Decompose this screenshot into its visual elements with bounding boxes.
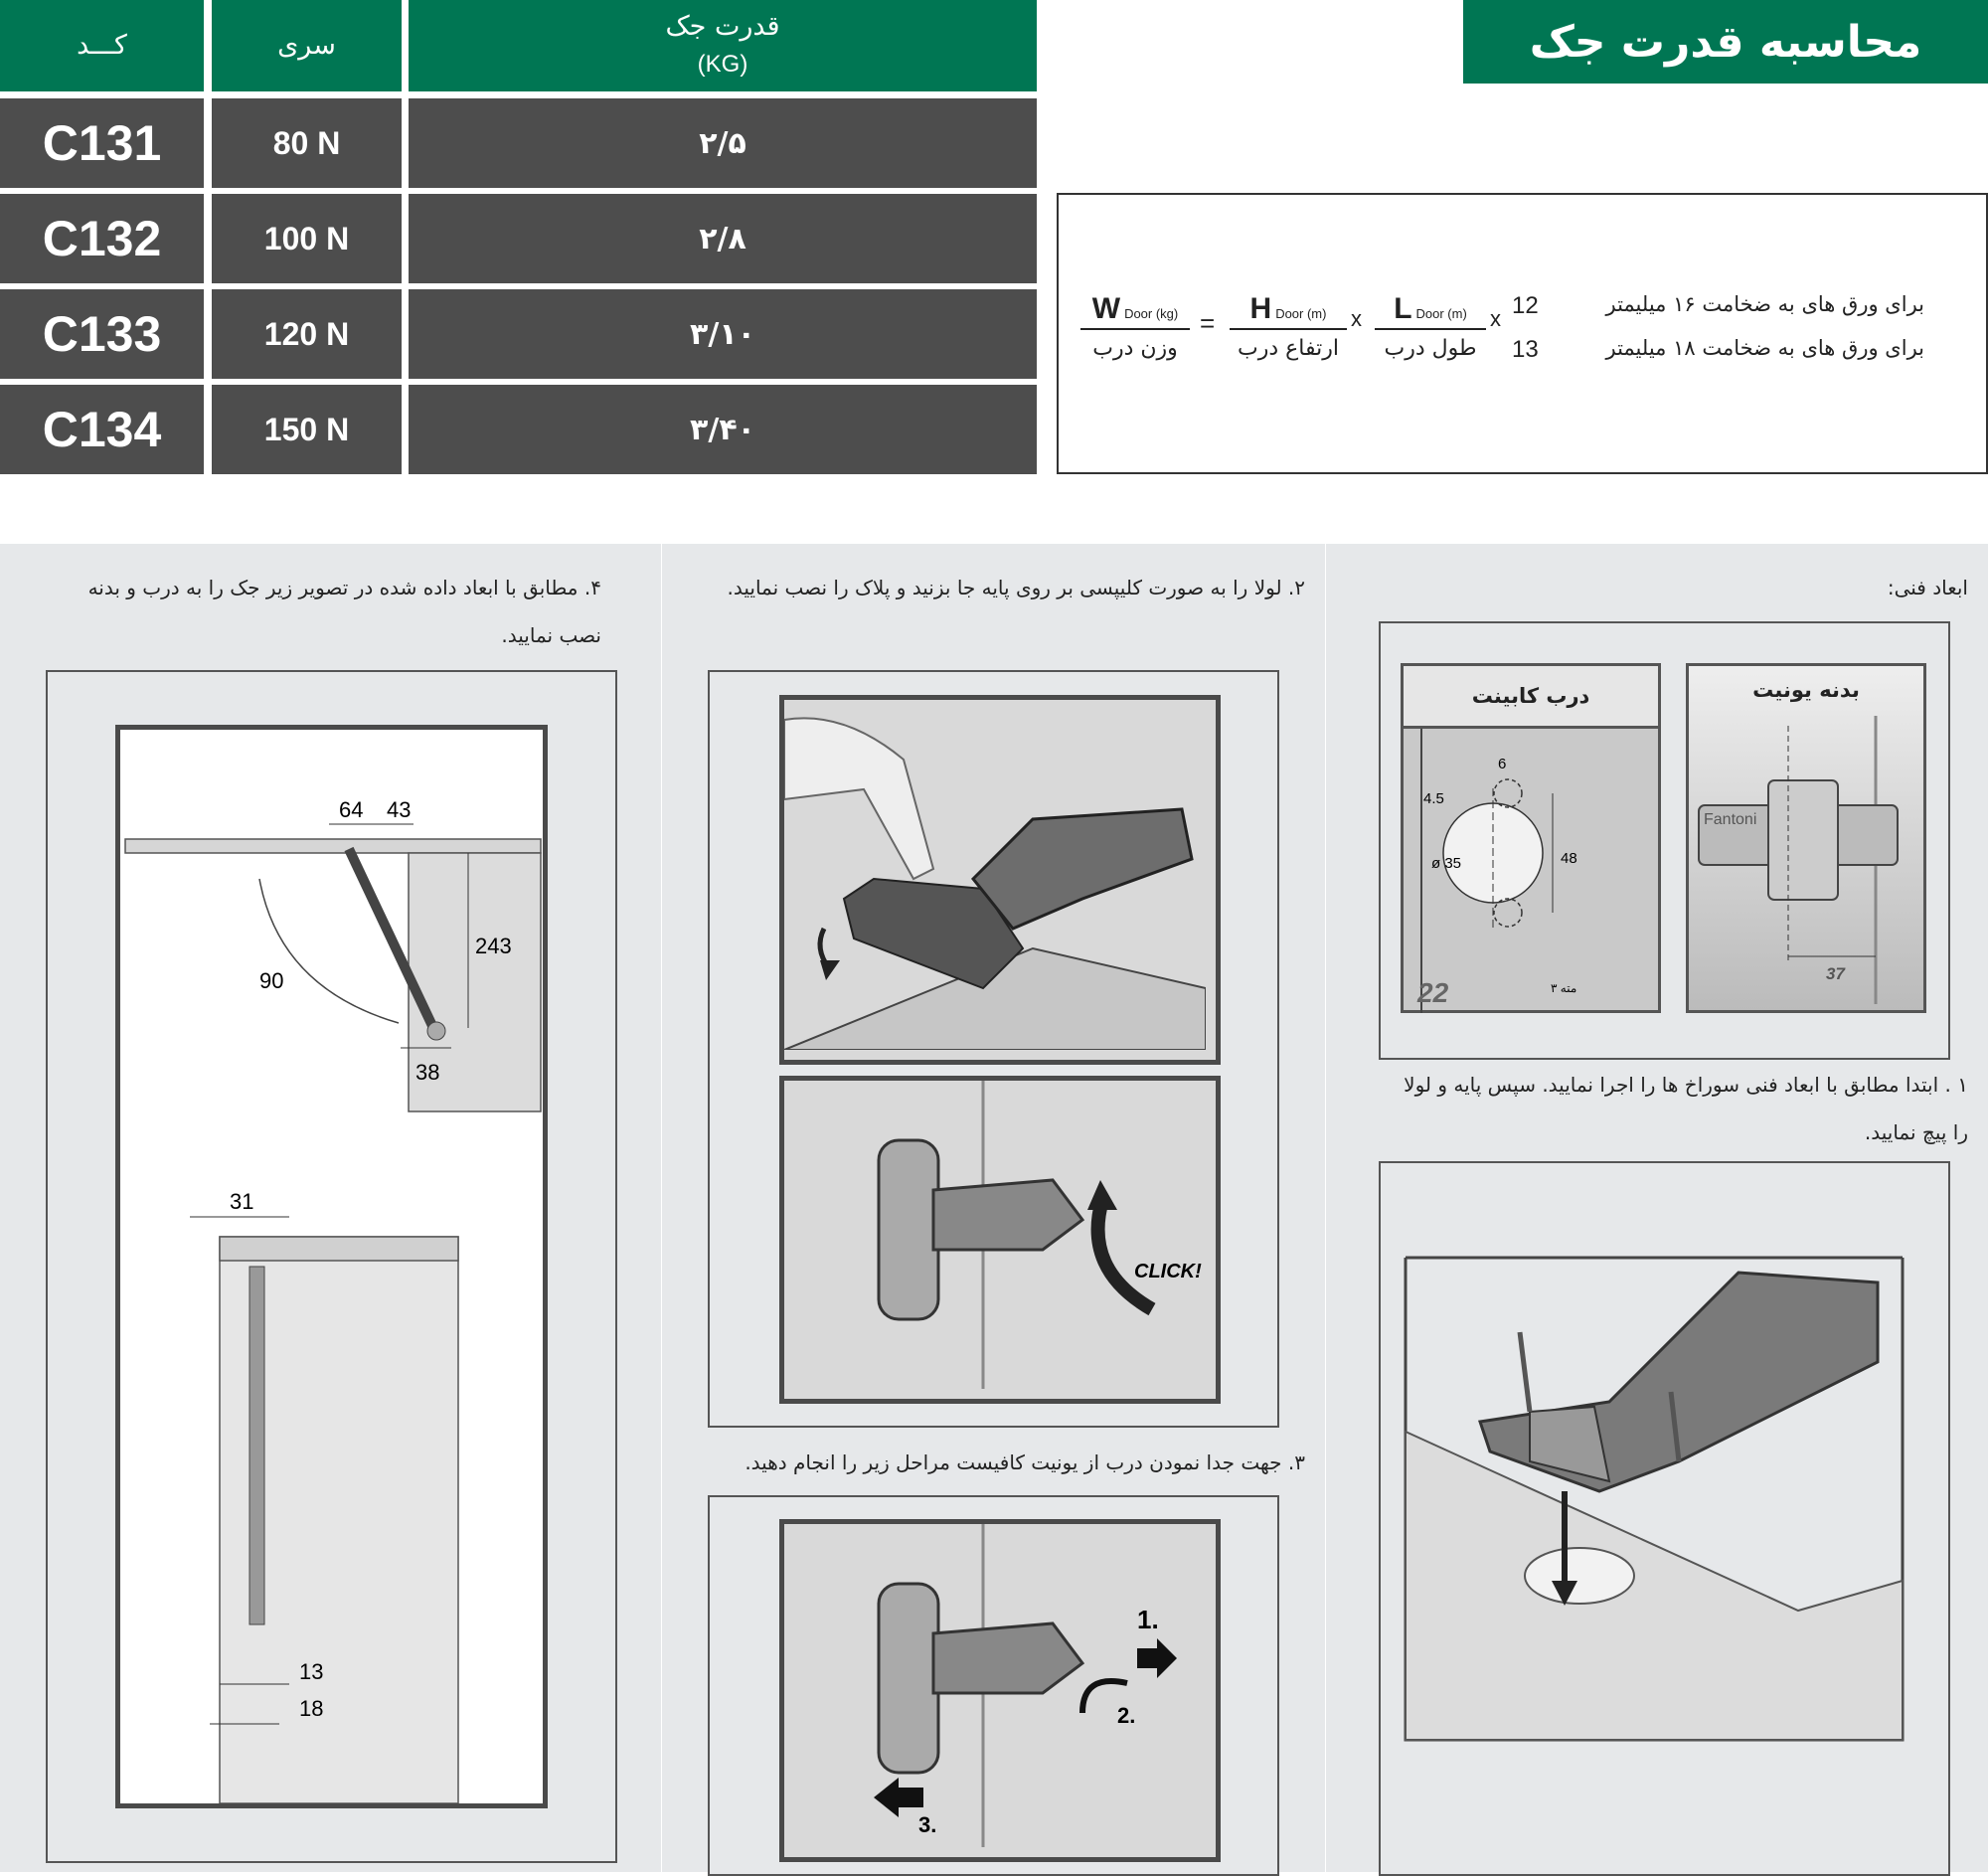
body-drawing: بدنه یونیت 37 Fantoni bbox=[1686, 663, 1926, 1013]
svg-text:مته ۳: مته ۳ bbox=[1551, 981, 1576, 995]
hinge-plate-diagram: 37 bbox=[1698, 716, 1899, 1004]
formula-times: x bbox=[1351, 306, 1362, 331]
door-label: درب کابینت bbox=[1404, 666, 1658, 729]
formula-factor-13: 13 bbox=[1512, 336, 1539, 363]
svg-text:37: 37 bbox=[1826, 964, 1846, 983]
svg-text:64: 64 bbox=[339, 797, 363, 822]
formula-box: W Door (kg) وزن درب = H Door (m) ارتفاع در… bbox=[1057, 193, 1988, 474]
table-cell-capacity: ۳/۱۰ bbox=[409, 289, 1037, 379]
formula-length: L Door (m) طول درب bbox=[1375, 292, 1486, 361]
page-title: محاسبه قدرت جک bbox=[1463, 0, 1988, 84]
detach-hinge-drawing: 1. 2. 3. bbox=[874, 1524, 1177, 1847]
svg-text:48: 48 bbox=[1561, 850, 1577, 867]
table-cell-series: 100 N bbox=[212, 194, 402, 283]
svg-text:90: 90 bbox=[259, 968, 283, 993]
svg-text:3.: 3. bbox=[918, 1812, 936, 1837]
step-2-text: ۲. لولا را به صورت کلیپسی بر روی پایه جا… bbox=[727, 576, 1305, 599]
table-header-code: کـــد bbox=[0, 0, 204, 91]
svg-text:2.: 2. bbox=[1117, 1703, 1135, 1728]
table-cell-code: C133 bbox=[0, 289, 204, 379]
step-4-text: ۴. مطابق با ابعاد داده شده در تصویر زیر … bbox=[87, 576, 601, 647]
svg-text:18: 18 bbox=[299, 1696, 323, 1721]
table-header-capacity: قدرت جک (KG) bbox=[409, 0, 1037, 91]
hinge-install-frame bbox=[1379, 1161, 1950, 1876]
svg-text:31: 31 bbox=[230, 1189, 253, 1214]
panel-lift-install: ۴. مطابق با ابعاد داده شده در تصویر زیر … bbox=[0, 544, 661, 1872]
table-cell-code: C132 bbox=[0, 194, 204, 283]
formula-height: H Door (m) ارتفاع درب bbox=[1230, 292, 1347, 361]
panel-label: ابعاد فنی: bbox=[1887, 576, 1968, 599]
brand-label: Fantoni bbox=[1704, 811, 1757, 828]
clip-frame: CLICK! bbox=[708, 670, 1279, 1428]
table-cell-capacity: ۳/۴۰ bbox=[409, 385, 1037, 474]
table-header-series: سری bbox=[212, 0, 402, 91]
detach-frame: 1. 2. 3. bbox=[708, 1495, 1279, 1876]
table-cell-series: 120 N bbox=[212, 289, 402, 379]
svg-text:243: 243 bbox=[475, 934, 512, 958]
door-drawing: درب کابینت 6 4.5 ø 35 48 22 مته ۳ bbox=[1401, 663, 1661, 1013]
svg-text:6: 6 bbox=[1498, 756, 1506, 772]
svg-text:ø 35: ø 35 bbox=[1431, 855, 1461, 872]
click-hinge-drawing: CLICK! bbox=[877, 1081, 1202, 1389]
lift-frame: 64 43 243 90 38 31 13 18 bbox=[46, 670, 617, 1863]
svg-text:CLICK!: CLICK! bbox=[1134, 1261, 1202, 1282]
lift-drawing: 64 43 243 90 38 31 13 18 bbox=[115, 725, 548, 1808]
svg-text:1.: 1. bbox=[1137, 1605, 1159, 1634]
clip-hinge-drawing bbox=[783, 717, 1207, 1051]
hinge-install-illustration bbox=[1404, 1256, 1905, 1742]
formula-times: x bbox=[1490, 306, 1501, 331]
table-cell-capacity: ۲/۸ bbox=[409, 194, 1037, 283]
table-cell-series: 150 N bbox=[212, 385, 402, 474]
step-3-text: ۳. جهت جدا نمودن درب از یونیت کافیست مرا… bbox=[745, 1450, 1305, 1474]
svg-text:38: 38 bbox=[415, 1060, 439, 1085]
table-cell-capacity: ۲/۵ bbox=[409, 98, 1037, 188]
svg-text:43: 43 bbox=[387, 797, 411, 822]
formula-equals: = bbox=[1200, 308, 1216, 338]
table-cell-code: C134 bbox=[0, 385, 204, 474]
svg-text:4.5: 4.5 bbox=[1423, 790, 1444, 807]
formula-factor-12: 12 bbox=[1512, 292, 1539, 319]
detach-illustration: 1. 2. 3. bbox=[779, 1519, 1221, 1862]
dimensions-frame: درب کابینت 6 4.5 ø 35 48 22 مته ۳ بدنه ی… bbox=[1379, 621, 1950, 1060]
table-cell-code: C131 bbox=[0, 98, 204, 188]
panel-clip-on: ۲. لولا را به صورت کلیپسی بر روی پایه جا… bbox=[662, 544, 1325, 1876]
door-drilling-diagram: 6 4.5 ø 35 48 22 مته ۳ bbox=[1416, 729, 1577, 1013]
step-1-text: ۱ . ابتدا مطابق با ابعاد فنی سوراخ ها را… bbox=[1404, 1073, 1968, 1144]
lift-dimensions-diagram: 64 43 243 90 38 31 13 18 bbox=[124, 797, 542, 1804]
formula-note-16: برای ورق های به ضخامت ۱۶ میلیمتر bbox=[1605, 292, 1924, 316]
panel-technical-dimensions: ابعاد فنی: درب کابینت 6 4.5 ø 35 48 22 م… bbox=[1326, 544, 1988, 1876]
clip-illustration bbox=[779, 695, 1221, 1065]
svg-text:22: 22 bbox=[1416, 977, 1449, 1008]
formula-note-18: برای ورق های به ضخامت ۱۸ میلیمتر bbox=[1605, 336, 1924, 360]
formula-weight: W Door (kg) وزن درب bbox=[1080, 292, 1190, 361]
table-cell-series: 80 N bbox=[212, 98, 402, 188]
click-illustration: CLICK! bbox=[779, 1076, 1221, 1404]
svg-text:13: 13 bbox=[299, 1659, 323, 1684]
